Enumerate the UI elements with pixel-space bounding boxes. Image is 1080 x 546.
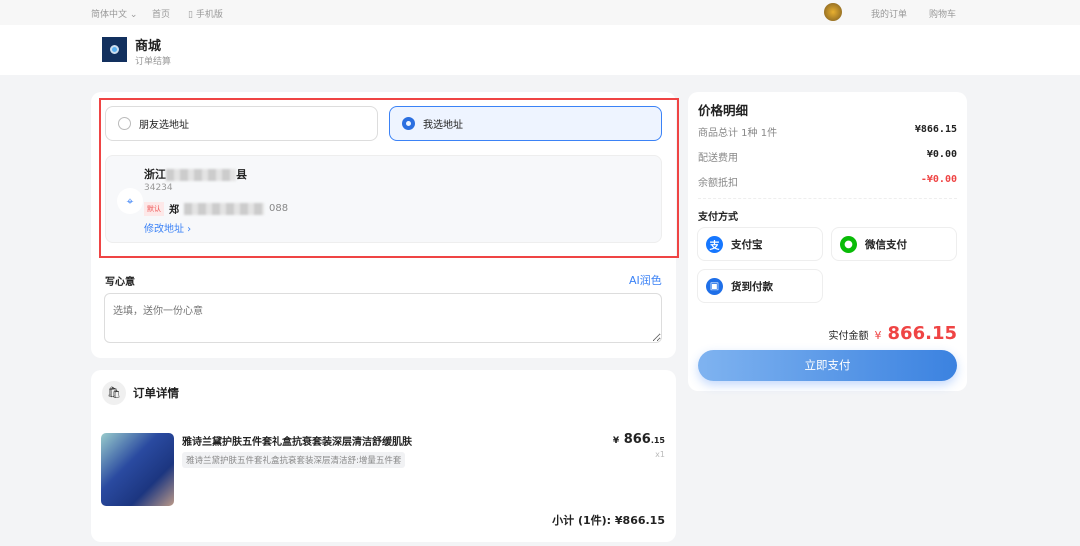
subtotal: 小计 (1件): ¥866.15	[552, 514, 665, 527]
row-label: 余额抵扣	[698, 178, 738, 189]
order-card: 🛍 订单详情 雅诗兰黛护肤五件套礼盒抗衰套装深层清洁舒缓肌肤 雅诗兰黛护肤五件套…	[91, 370, 676, 542]
mobile-label: 手机版	[195, 10, 223, 20]
top-bar: 简体中文 ⌄ 首页 ▯ 手机版 我的订单 购物车	[0, 0, 1080, 25]
edit-address-link[interactable]: 修改地址 ›	[144, 220, 191, 235]
header: 商城 订单结算	[0, 25, 1080, 75]
total-label: 实付金额	[828, 331, 869, 342]
language-selector[interactable]: 简体中文 ⌄	[91, 7, 137, 20]
radio-selected-icon	[402, 117, 415, 130]
avatar[interactable]	[824, 3, 842, 21]
contact-name: 郑	[169, 205, 179, 216]
row-value: -¥0.00	[920, 174, 957, 185]
bag-icon: 🛍	[102, 381, 126, 405]
edit-address-label: 修改地址	[144, 224, 184, 235]
default-badge: 默认	[144, 201, 164, 216]
logo[interactable]	[102, 37, 127, 62]
radio-icon	[118, 117, 131, 130]
product-name[interactable]: 雅诗兰黛护肤五件套礼盒抗衰套装深层清洁舒缓肌肤	[182, 433, 412, 448]
product-spec: 雅诗兰黛护肤五件套礼盒抗衰套装深层清洁舒:增量五件套	[182, 452, 406, 468]
ai-polish-button[interactable]: AI润色	[629, 272, 662, 288]
address-box: ⌖ 浙江 县 34234 默认郑 088 修改地址 ›	[105, 155, 662, 243]
method-label: 支付宝	[731, 238, 763, 251]
price-dec: .15	[650, 436, 665, 445]
total-amount: 866.15	[887, 323, 957, 344]
price-symbol: ¥	[612, 436, 620, 446]
price-row-shipping: 配送费用 ¥0.00	[698, 149, 957, 164]
language-label: 简体中文	[91, 10, 128, 20]
order-title: 订单详情	[133, 386, 179, 400]
page-title: 商城	[135, 39, 162, 54]
pay-now-button[interactable]: 立即支付	[698, 350, 957, 381]
product-qty: x1	[655, 450, 665, 459]
option-label: 我选地址	[423, 120, 463, 131]
price-row-goods: 商品总计 1种 1件 ¥866.15	[698, 124, 957, 139]
friend-address-option[interactable]: 朋友选地址	[105, 106, 378, 141]
divider	[698, 198, 957, 199]
contact-line: 默认郑 088	[144, 201, 288, 216]
alipay-icon: 支	[706, 235, 723, 253]
my-address-option[interactable]: 我选地址	[389, 106, 662, 141]
row-value: ¥0.00	[926, 149, 957, 160]
pay-title: 支付方式	[698, 212, 738, 223]
wallet-icon: ▣	[706, 277, 723, 295]
home-link[interactable]: 首页	[152, 7, 170, 20]
contact-phone: 088	[269, 203, 289, 214]
address-line: 浙江 县	[144, 166, 247, 182]
pay-cod[interactable]: ▣ 货到付款	[697, 269, 823, 303]
pay-alipay[interactable]: 支支付宝	[697, 227, 823, 261]
row-value: ¥866.15	[914, 124, 957, 135]
method-label: 货到付款	[731, 280, 773, 293]
price-row-balance: 余额抵扣 -¥0.00	[698, 174, 957, 189]
price-int: 866	[623, 432, 651, 447]
my-orders-link[interactable]: 我的订单	[871, 7, 907, 20]
page-subtitle: 订单结算	[135, 57, 172, 67]
row-label: 商品总计 1种 1件	[698, 128, 778, 139]
address-region-end: 县	[236, 168, 247, 181]
product-image[interactable]	[101, 433, 174, 506]
product-price: ¥ 866.15	[613, 432, 665, 447]
price-title: 价格明细	[698, 103, 749, 118]
note-input[interactable]	[104, 293, 662, 343]
pay-wechat[interactable]: ● 微信支付	[831, 227, 957, 261]
location-pin-icon: ⌖	[117, 188, 143, 214]
row-label: 配送费用	[698, 153, 738, 164]
price-panel: 价格明细 商品总计 1种 1件 ¥866.15 配送费用 ¥0.00 余额抵扣 -¥0…	[688, 92, 967, 391]
total-symbol: ¥	[874, 329, 882, 342]
address-region: 浙江	[144, 168, 166, 181]
cart-link[interactable]: 购物车	[929, 7, 956, 20]
total: 实付金额 ¥866.15	[829, 323, 957, 344]
mobile-link[interactable]: ▯ 手机版	[188, 7, 223, 20]
note-label: 写心意	[105, 277, 135, 288]
wechat-icon: ●	[840, 235, 857, 253]
method-label: 微信支付	[865, 238, 907, 251]
postcode: 34234	[144, 183, 173, 193]
option-label: 朋友选地址	[139, 120, 189, 131]
